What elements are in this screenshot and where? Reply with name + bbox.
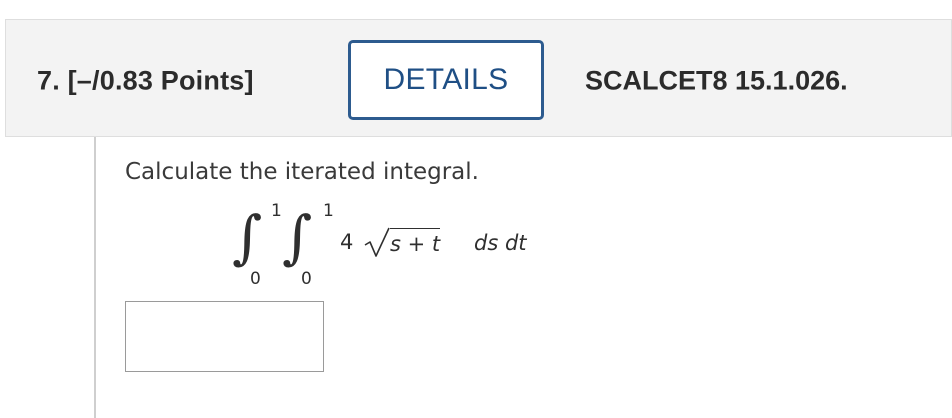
- iterated-integral-expression: ∫ 1 0 ∫ 1 0 4 s + t ds dt: [232, 198, 552, 293]
- question-source-code: SCALCET8 15.1.026.: [585, 65, 848, 96]
- answer-input[interactable]: [125, 301, 324, 372]
- outer-upper-limit: 1: [271, 201, 282, 221]
- question-body-divider: [94, 137, 96, 418]
- radicand: s + t: [390, 228, 441, 255]
- outer-integral-sign-icon: ∫: [232, 203, 263, 271]
- details-button[interactable]: DETAILS: [348, 40, 544, 120]
- outer-lower-limit: 0: [250, 269, 261, 289]
- integral-differentials: ds dt: [474, 231, 527, 255]
- integrand-coefficient: 4: [340, 230, 354, 254]
- question-number-points: 7. [–/0.83 Points]: [37, 65, 254, 96]
- details-button-label: DETAILS: [383, 63, 509, 96]
- inner-upper-limit: 1: [323, 201, 334, 221]
- inner-integral-sign-icon: ∫: [282, 203, 313, 271]
- question-prompt: Calculate the iterated integral.: [125, 159, 479, 185]
- square-root-icon: [364, 227, 390, 257]
- inner-lower-limit: 0: [301, 269, 312, 289]
